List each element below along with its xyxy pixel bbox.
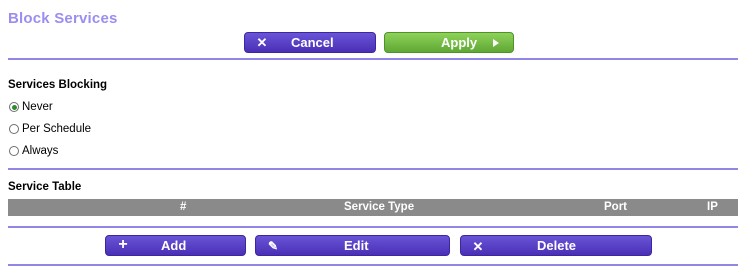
- radio-per-schedule-label: Per Schedule: [22, 123, 92, 135]
- add-button-label: Add: [161, 238, 187, 253]
- radio-always-label: Always: [22, 145, 59, 157]
- close-icon: ✕: [472, 239, 484, 254]
- radio-always[interactable]: Always: [9, 145, 58, 157]
- divider: [8, 226, 738, 228]
- radio-per-schedule[interactable]: Per Schedule: [9, 123, 91, 135]
- page-title: Block Services: [8, 10, 118, 27]
- column-header-number: #: [180, 201, 187, 213]
- cancel-button-label: Cancel: [291, 35, 334, 50]
- column-header-ip: IP: [707, 201, 718, 213]
- column-header-port: Port: [604, 201, 627, 213]
- radio-never[interactable]: Never: [9, 101, 53, 113]
- delete-button-label: Delete: [537, 238, 577, 253]
- cancel-button[interactable]: ✕ Cancel: [244, 32, 376, 53]
- arrow-right-icon: [493, 39, 499, 47]
- service-table-title: Service Table: [8, 181, 82, 193]
- pencil-icon: ✎: [267, 239, 279, 253]
- service-table-header: # Service Type Port IP: [8, 199, 738, 216]
- plus-icon: +: [118, 236, 128, 253]
- divider: [8, 168, 738, 170]
- edit-button[interactable]: ✎ Edit: [255, 235, 450, 256]
- edit-button-label: Edit: [344, 238, 369, 253]
- delete-button[interactable]: ✕ Delete: [460, 235, 652, 256]
- close-icon: ✕: [256, 34, 268, 50]
- divider: [8, 264, 738, 266]
- radio-never-label: Never: [22, 101, 53, 113]
- add-button[interactable]: + Add: [105, 235, 246, 256]
- radio-button[interactable]: [9, 124, 19, 134]
- apply-button[interactable]: Apply: [384, 32, 514, 53]
- radio-button[interactable]: [9, 146, 19, 156]
- radio-button-selected[interactable]: [9, 102, 19, 112]
- column-header-service-type: Service Type: [344, 201, 415, 213]
- apply-button-label: Apply: [441, 35, 478, 50]
- services-blocking-title: Services Blocking: [8, 79, 108, 91]
- divider: [8, 58, 738, 60]
